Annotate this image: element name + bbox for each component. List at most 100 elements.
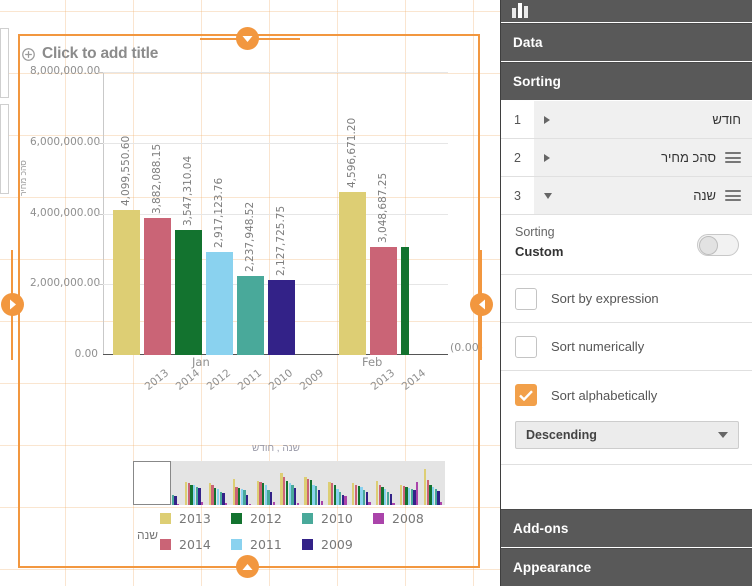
dimension-name: סהכ מחיר: [661, 150, 716, 165]
chart-bar[interactable]: [206, 251, 233, 355]
resize-handle-right[interactable]: [470, 293, 493, 316]
legend-item[interactable]: 2012: [231, 511, 282, 526]
chart-title-placeholder[interactable]: Click to add title: [22, 42, 322, 66]
chevron-up-icon: [242, 563, 253, 570]
sorting-summary: Sorting Custom: [501, 215, 752, 275]
y-axis-tick-labels: 0.00 2,000,000.00 4,000,000.00 6,000,000.00…: [30, 65, 101, 362]
legend-swatch: [302, 513, 313, 524]
chart-title-text: Click to add title: [42, 45, 159, 62]
section-data[interactable]: Data: [501, 23, 752, 61]
navigator-bar: [272, 501, 276, 505]
chart-canvas[interactable]: Click to add title 0.00 2,000,000.00 4,000…: [0, 0, 500, 586]
legend-item[interactable]: 2013: [160, 511, 211, 526]
bar-value-label: 4,099,550.60: [119, 135, 132, 206]
chart-legend: 2013 2012 2010 2008 2014 2011 2009: [160, 511, 460, 559]
chart-bar[interactable]: [175, 229, 202, 355]
y-axis-tick: [98, 142, 103, 144]
chart-bar[interactable]: [144, 217, 171, 355]
dimension-index: 2: [514, 150, 521, 165]
sort-by-expression-checkbox[interactable]: [515, 287, 537, 310]
chevron-down-icon[interactable]: [544, 192, 552, 199]
dimension-index: 3: [514, 188, 521, 203]
section-appearance[interactable]: Appearance: [501, 548, 752, 586]
bar-value-label: 2,127,725.75: [274, 205, 287, 276]
x-axis-group-label: Feb: [362, 355, 383, 369]
chevron-right-icon[interactable]: [544, 115, 550, 124]
legend-label: 2014: [179, 537, 211, 552]
properties-panel[interactable]: Data Sorting 1 חודש 2 סהכ מחיר 3 שנה Sorting …: [500, 0, 752, 586]
legend-swatch: [160, 513, 171, 524]
sort-order-select[interactable]: Descending: [515, 421, 739, 449]
navigator-bar: [344, 496, 347, 505]
sort-numerically-label: Sort numerically: [551, 339, 645, 354]
toggle-knob: [699, 236, 718, 255]
dimension-name: שנה: [693, 188, 716, 203]
sort-numerically-checkbox[interactable]: [515, 335, 537, 358]
sorting-value: Custom: [515, 244, 564, 259]
sort-alphabetically-label: Sort alphabetically: [551, 387, 658, 403]
y-axis-tick-label: 6,000,000.00: [30, 135, 101, 148]
navigator-bar: [368, 501, 371, 505]
sorting-auto-toggle[interactable]: [697, 234, 739, 256]
dimension-index: 1: [514, 112, 521, 127]
sort-order-value: Descending: [526, 428, 597, 442]
legend-label: 2008: [392, 511, 424, 526]
chevron-right-icon: [9, 299, 16, 310]
legend-swatch: [160, 539, 171, 550]
dimension-row[interactable]: 2 סהכ מחיר: [501, 139, 752, 177]
section-appearance-label: Appearance: [513, 560, 592, 575]
y-axis-tick: [98, 284, 103, 286]
sort-alphabetically-checkbox[interactable]: [515, 384, 537, 406]
legend-swatch: [231, 539, 242, 550]
chart-bar[interactable]: [401, 246, 409, 355]
legend-item[interactable]: 2011: [231, 537, 282, 552]
drag-handle-icon[interactable]: [725, 187, 741, 203]
navigator-selection-window[interactable]: [133, 461, 171, 505]
zero-value-label: (0.00): [450, 341, 484, 354]
navigator-bar: [416, 481, 419, 505]
gridline: [103, 72, 448, 73]
chevron-right-icon[interactable]: [544, 153, 550, 162]
legend-swatch: [302, 539, 313, 550]
legend-item[interactable]: 2014: [160, 537, 211, 552]
y-axis-tick: [98, 213, 103, 215]
chart-bar[interactable]: [268, 279, 295, 355]
dimension-name: חודש: [712, 112, 741, 127]
dimension-row[interactable]: 3 שנה: [501, 177, 752, 215]
section-sorting[interactable]: Sorting: [501, 62, 752, 100]
left-rail-top: [0, 28, 9, 98]
resize-handle-bottom[interactable]: [236, 555, 259, 578]
bar-chart-icon: [512, 2, 530, 23]
bar-value-label: 2,237,948.52: [243, 201, 256, 272]
chart-bar[interactable]: [237, 275, 264, 355]
section-addons[interactable]: Add-ons: [501, 509, 752, 547]
sort-by-expression-row[interactable]: Sort by expression: [501, 275, 752, 323]
chart-bar[interactable]: [339, 192, 366, 355]
sort-numerically-row[interactable]: Sort numerically: [501, 323, 752, 371]
chart-navigator[interactable]: [133, 461, 445, 505]
left-rail-bottom: [0, 104, 9, 194]
y-axis-title: סהכ מחיר: [18, 160, 28, 196]
legend-item[interactable]: 2009: [302, 537, 353, 552]
y-axis-tick-label: 0.00: [74, 348, 98, 360]
legend-item[interactable]: 2010: [302, 511, 353, 526]
sort-alphabetically-row[interactable]: Sort alphabetically: [501, 371, 752, 419]
resize-handle-left[interactable]: [1, 293, 24, 316]
plot-area[interactable]: 4,099,550.60 3,882,088.15 3,547,310.04 2,91…: [98, 72, 448, 355]
navigator-bar: [392, 503, 395, 505]
legend-label: 2009: [321, 537, 353, 552]
resize-handle-top[interactable]: [236, 27, 259, 50]
bar-value-label: 3,882,088.15: [150, 143, 163, 214]
legend-item[interactable]: 2008: [373, 511, 424, 526]
chevron-left-icon: [478, 299, 485, 310]
legend-label: 2010: [321, 511, 353, 526]
chevron-down-icon: [242, 35, 253, 42]
sort-by-expression-label: Sort by expression: [551, 291, 659, 306]
legend-swatch: [231, 513, 242, 524]
chart-bar[interactable]: [370, 247, 397, 355]
drag-handle-icon[interactable]: [725, 149, 741, 165]
dimension-row[interactable]: 1 חודש: [501, 101, 752, 139]
navigator-bar: [201, 502, 204, 505]
chart-bar[interactable]: [113, 209, 140, 355]
legend-label: 2012: [250, 511, 282, 526]
